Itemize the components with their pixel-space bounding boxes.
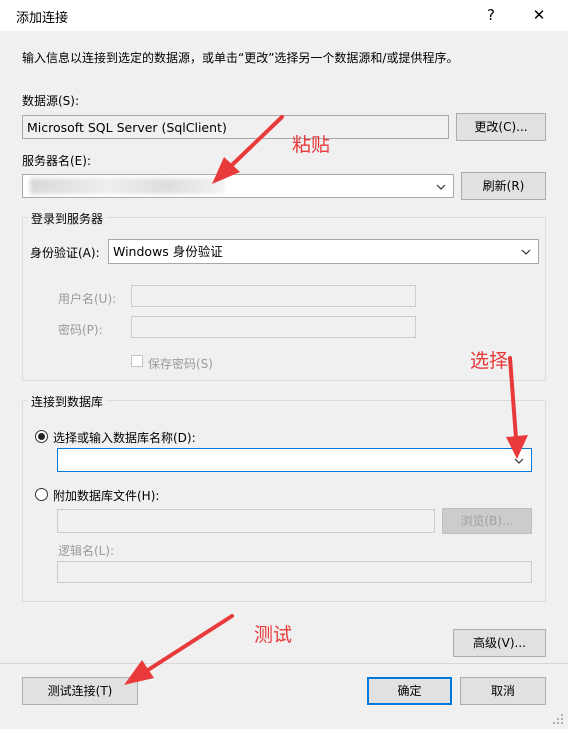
annotation-test: 测试 [254,624,293,646]
annotation-select: 选择 [470,350,509,372]
annotation-paste: 粘贴 [292,134,331,156]
